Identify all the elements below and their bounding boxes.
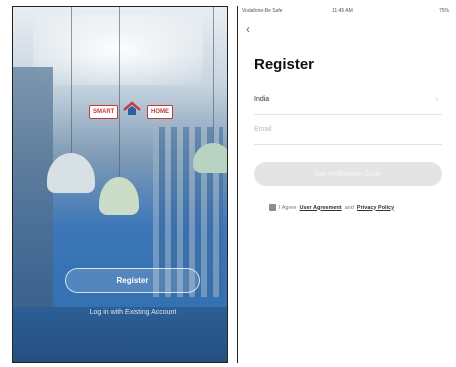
logo-text-right: HOME bbox=[147, 105, 173, 119]
country-selector[interactable]: India › bbox=[254, 89, 442, 115]
pendant-lamp bbox=[47, 153, 95, 193]
agreement-prefix: I Agree bbox=[279, 204, 297, 211]
agreement-and: and bbox=[344, 204, 354, 211]
status-bar: Vodafone-Be Safe 11:45 AM 75% bbox=[242, 7, 449, 17]
battery-level: 75% bbox=[438, 8, 449, 14]
page-title: Register bbox=[254, 56, 315, 73]
get-verification-code-button[interactable]: Get Verification Code bbox=[254, 162, 442, 186]
privacy-policy-link[interactable]: Privacy Policy bbox=[357, 205, 394, 211]
back-arrow-icon[interactable]: ‹ bbox=[246, 22, 260, 36]
country-value: India bbox=[254, 96, 270, 103]
logo-text-left: SMART bbox=[89, 105, 119, 119]
email-field[interactable]: Email bbox=[254, 119, 442, 145]
agreement-row: I Agree User Agreement and Privacy Polic… bbox=[269, 204, 449, 211]
checkbox-icon[interactable] bbox=[269, 204, 276, 211]
lamp-wire bbox=[213, 7, 214, 143]
login-existing-account-link[interactable]: Log in with Existing Account bbox=[63, 309, 203, 316]
status-time: 11:45 AM bbox=[332, 8, 353, 14]
lamp-wire bbox=[71, 7, 72, 153]
house-logo-icon bbox=[123, 101, 141, 115]
user-agreement-link[interactable]: User Agreement bbox=[299, 205, 341, 211]
ceiling-light-glow bbox=[33, 15, 203, 85]
lamp-wire bbox=[119, 7, 120, 177]
register-screen: Vodafone-Be Safe 11:45 AM 75% ‹ Register… bbox=[237, 6, 452, 363]
smart-home-logo: SMART HOME bbox=[89, 101, 173, 119]
pendant-lamp bbox=[99, 177, 139, 215]
carrier-label: Vodafone-Be Safe bbox=[242, 8, 283, 14]
register-button[interactable]: Register bbox=[65, 268, 200, 293]
email-placeholder: Email bbox=[254, 126, 272, 133]
chevron-right-icon: › bbox=[435, 96, 438, 103]
welcome-screen: SMART HOME Register Log in with Existing… bbox=[12, 6, 228, 363]
